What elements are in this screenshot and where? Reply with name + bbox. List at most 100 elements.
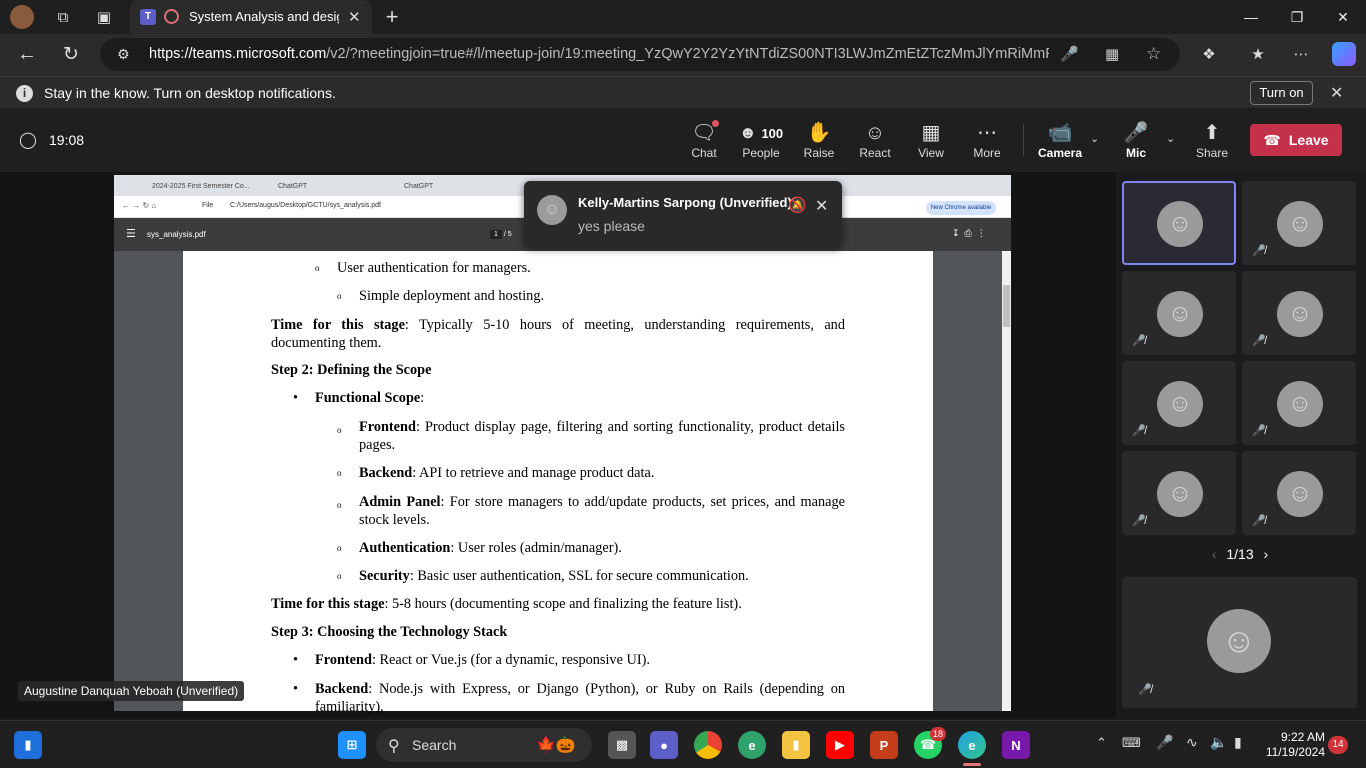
participant-tile[interactable]: ☺ 🎤̸ [1242,361,1356,445]
edge-dev-icon[interactable]: e [738,731,766,759]
participant-tile[interactable]: ☺ 🎤̸ [1242,181,1356,265]
people-button[interactable]: ☻ 100 People [731,108,791,172]
volume-icon[interactable]: 🔈 [1210,734,1227,751]
page-number: 1 / 5 [490,230,512,239]
new-tab-icon[interactable]: + [381,4,403,29]
participant-tile[interactable]: ☺ 🎤̸ [1122,451,1236,535]
address-bar[interactable]: ⚙ https://teams.microsoft.com/v2/?meetin… [100,38,1180,71]
taskbar-search[interactable]: ⚲ Search 🍁🎃 [376,728,592,762]
navigation-bar: ← ↻ ⚙ https://teams.microsoft.com/v2/?me… [0,34,1366,76]
participant-tile[interactable]: ☺ 🎤̸ [1122,271,1236,355]
keyboard-icon[interactable]: ⌨ [1122,735,1141,751]
chrome-icon[interactable] [694,731,722,759]
chevron-right-icon[interactable]: › [1264,546,1269,562]
youtube-icon[interactable]: ▶ [826,731,854,759]
participant-tile[interactable]: ☺ [1122,181,1236,265]
bullet-line: • Functional Scope: [293,390,425,406]
pdf-filename: sys_analysis.pdf [147,230,206,239]
restore-button[interactable]: ❐ [1274,0,1320,34]
voice-search-icon[interactable]: 🎤 [1060,45,1079,63]
chat-toast[interactable]: ☺ Kelly-Martins Sarpong (Unverified) yes… [524,181,842,247]
bullet-line: o Simple deployment and hosting. [337,288,545,304]
shared-file-label: File [202,202,214,209]
start-icon[interactable]: ⊞ [338,731,366,759]
chevron-left-icon[interactable]: ‹ [1212,546,1217,562]
tab-actions-icon[interactable]: ▣ [93,6,115,28]
more-button[interactable]: ⋯ More [959,108,1015,172]
phone-hangup-icon: ☎ [1263,131,1281,148]
copilot-icon[interactable] [1332,42,1356,66]
settings-more-icon[interactable]: ⋯ [1290,43,1312,65]
mute-notification-icon[interactable]: 🔕 [788,196,807,214]
edge-icon[interactable]: e [958,731,986,759]
mic-button[interactable]: 🎤 Mic [1108,108,1164,172]
widgets-icon[interactable]: ▮ [14,731,42,759]
camera-options-chevron-icon[interactable]: ⌄ [1090,132,1099,145]
mic-off-icon: 🎤̸ [1252,515,1266,527]
wifi-icon[interactable]: ∿ [1186,734,1198,751]
close-icon[interactable]: ✕ [815,196,828,216]
bullet-line: o Security: Basic user authentication, SS… [337,568,749,584]
camera-button[interactable]: 📹 Camera [1032,108,1088,172]
mic-options-chevron-icon[interactable]: ⌄ [1166,132,1175,145]
chat-button[interactable]: 🗨 Chat [676,108,732,172]
avatar: ☺ [1157,471,1203,517]
mic-off-icon: 🎤̸ [1252,245,1266,257]
close-window-button[interactable]: ✕ [1320,0,1366,34]
favorites-icon[interactable]: ★ [1247,43,1269,65]
extensions-icon[interactable]: ❖ [1198,43,1220,65]
bullet-line: • Frontend: React or Vue.js (for a dynami… [293,652,650,668]
raise-hand-button[interactable]: ✋ Raise [791,108,847,172]
participant-tile[interactable]: ☺ 🎤̸ [1242,451,1356,535]
shared-tab: 2024-2025 First Semester Co... [152,183,250,190]
back-icon[interactable]: ← [16,43,38,65]
teams-app-icon[interactable]: ● [650,731,678,759]
share-button[interactable]: ⬆ Share [1184,108,1240,172]
system-clock[interactable]: 9:22 AM 11/19/2024 [1265,730,1325,760]
notification-count-badge[interactable]: 14 [1328,736,1348,754]
self-video-tile[interactable]: ☺ 🎤̸ [1122,577,1357,708]
favorite-star-icon[interactable]: ☆ [1146,44,1161,64]
gallery-pager: ‹ 1/13 › [1211,546,1269,562]
heading: Step 3: Choosing the Technology Stack [271,624,508,640]
react-button[interactable]: ☺ React [847,108,903,172]
toast-sender: Kelly-Martins Sarpong (Unverified) [578,195,792,210]
bullet-line: o User authentication for managers. [315,260,531,276]
more-icon: ⋯ [977,122,997,144]
turn-on-button[interactable]: Turn on [1250,81,1313,105]
participant-tile[interactable]: ☺ 🎤̸ [1122,361,1236,445]
presenter-name-label: Augustine Danquah Yeboah (Unverified) [18,681,245,701]
shield-icon: ◯ [19,132,37,149]
battery-icon[interactable]: ▮ [1234,734,1242,751]
mic-off-icon: 🎤̸ [1252,425,1266,437]
profile-avatar[interactable] [10,5,34,29]
microphone-icon[interactable]: 🎤 [1156,734,1173,751]
onenote-icon[interactable]: N [1002,731,1030,759]
workspaces-icon[interactable]: ⧉ [52,6,74,28]
mic-off-icon: 🎤̸ [1132,425,1146,437]
avatar: ☺ [537,195,567,225]
mic-off-icon: 🎤̸ [1132,335,1146,347]
chevron-up-icon[interactable]: ⌃ [1096,735,1107,751]
leave-button[interactable]: ☎ Leave [1250,124,1342,156]
close-icon[interactable]: ✕ [1330,83,1343,103]
bullet-line: o Admin Panel: For store managers to add/… [337,494,845,528]
task-view-icon[interactable]: ▩ [608,731,636,759]
participant-tile[interactable]: ☺ 🎤̸ [1242,271,1356,355]
mic-off-icon: 🎤̸ [1132,515,1146,527]
close-tab-icon[interactable]: ✕ [348,8,361,26]
view-button[interactable]: ▦ View [903,108,959,172]
browser-title-bar: ⧉ ▣ T System Analysis and design | ✕ + —… [0,0,1366,34]
minimize-button[interactable]: — [1228,0,1274,34]
active-tab[interactable]: T System Analysis and design | ✕ [130,0,372,34]
site-info-icon[interactable]: ⚙ [117,46,130,63]
new-chrome-badge: New Chrome available [926,201,996,215]
powerpoint-icon[interactable]: P [870,731,898,759]
url-text[interactable]: https://teams.microsoft.com/v2/?meetingj… [149,46,1049,62]
paragraph: Time for this stage: Typically 5-10 hour… [271,317,845,351]
app-available-icon[interactable]: ▦ [1105,45,1119,63]
avatar: ☺ [1157,291,1203,337]
file-explorer-icon[interactable]: ▮ [782,731,810,759]
info-icon: i [16,85,33,102]
refresh-icon[interactable]: ↻ [60,43,82,65]
